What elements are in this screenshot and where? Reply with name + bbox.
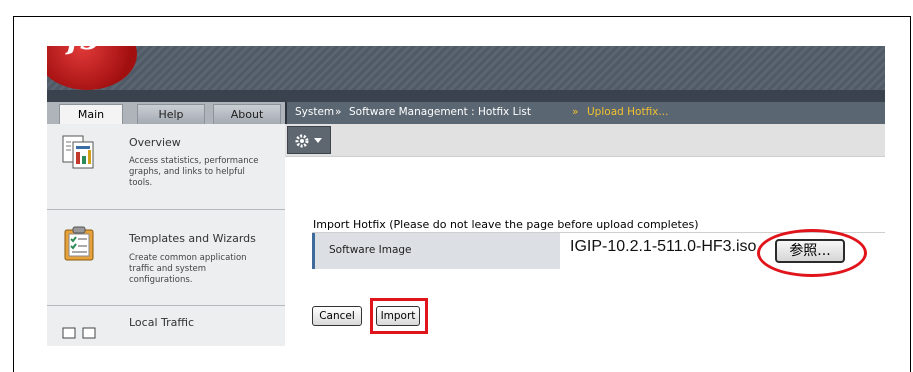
nav-item-overview-title: Overview — [129, 136, 181, 149]
tab-about[interactable]: About — [213, 104, 281, 124]
nav-item-templates-title: Templates and Wizards — [129, 232, 256, 245]
left-nav: Main Help About Overview Access statisti… — [47, 102, 285, 346]
cancel-button[interactable]: Cancel — [312, 306, 362, 326]
highlight-ellipse — [757, 229, 867, 277]
nav-item-templates-desc: Create common application traffic and sy… — [129, 253, 247, 285]
clipboard-checklist-icon — [64, 226, 94, 261]
nav-item-overview-desc: Access statistics, performance graphs, a… — [129, 156, 259, 188]
tab-help[interactable]: Help — [137, 104, 205, 124]
f5-logo: f5 — [47, 46, 137, 90]
software-image-label: Software Image — [312, 233, 560, 269]
nav-item-local-traffic-title: Local Traffic — [129, 316, 195, 329]
tab-main[interactable]: Main — [59, 104, 123, 124]
network-icon — [62, 327, 96, 339]
nav-item-templates[interactable]: Templates and Wizards Create common appl… — [47, 210, 285, 306]
document-chart-icon — [62, 135, 94, 169]
software-image-row: Software Image IGIP-10.2.1-511.0-HF3.iso… — [312, 229, 885, 277]
highlight-box — [370, 298, 428, 334]
file-path-value: IGIP-10.2.1-511.0-HF3.iso — [570, 238, 757, 255]
nav-item-local-traffic[interactable]: Local Traffic — [47, 306, 285, 346]
nav-tabs: Main Help About — [47, 102, 285, 124]
file-input[interactable]: IGIP-10.2.1-511.0-HF3.iso 参照... — [560, 229, 885, 277]
nav-item-overview[interactable]: Overview Access statistics, performance … — [47, 124, 285, 210]
section-title: Import Hotfix (Please do not leave the p… — [313, 218, 699, 231]
